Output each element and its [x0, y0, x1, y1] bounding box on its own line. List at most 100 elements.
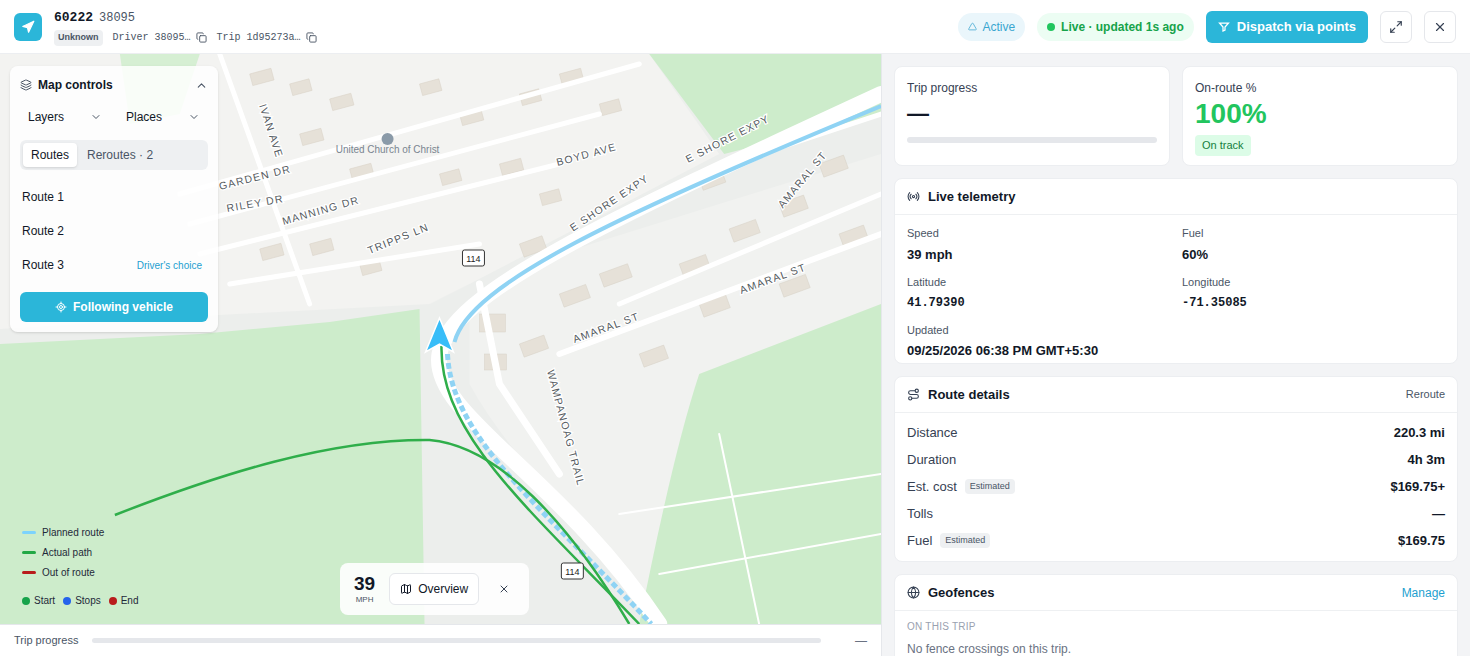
route-item[interactable]: Route 2 [20, 214, 208, 248]
street-label: AMARAL ST [738, 262, 807, 296]
reroute-link[interactable]: Reroute [1406, 386, 1445, 403]
speed-overlay: 39MPHOverview [340, 563, 529, 615]
trip-progress-value: — [907, 99, 1157, 129]
collapse-icon[interactable] [195, 79, 208, 92]
bottom-progress-track [92, 638, 821, 643]
street-label: E SHORE EXPY [684, 113, 771, 165]
status-badge: Unknown [54, 30, 103, 46]
street-label: MANNING DR [281, 194, 360, 227]
bottom-progress-label: Trip progress [14, 632, 78, 649]
legend-line-swatch [22, 531, 36, 534]
chevron-down-icon [188, 111, 200, 123]
street-label: AMARAL ST [776, 149, 829, 210]
geofences-empty-text: No fence crossings on this trip. [907, 640, 1445, 656]
vehicle-arrow-icon[interactable] [426, 318, 454, 352]
telemetry-icon [907, 190, 920, 203]
route-item[interactable]: Route 1 [20, 180, 208, 214]
legend-line-item: Out of route [22, 565, 139, 580]
on-route-title: On-route % [1195, 79, 1445, 97]
street-label: GARDEN DR [218, 163, 292, 192]
bottom-progress-strip: Trip progress — [0, 624, 881, 656]
layers-icon [20, 79, 32, 91]
driver-id: Driver 38095… [113, 30, 207, 45]
speed-unit: MPH [356, 596, 374, 604]
on-route-badge: On track [1195, 135, 1251, 156]
body: IVAN AVE United Church of Christ BOYD AVE E… [0, 54, 1470, 656]
map[interactable]: IVAN AVE United Church of Christ BOYD AVE E… [0, 54, 881, 624]
trip-id: Trip 1d95273a… [217, 30, 317, 45]
route-icon [907, 388, 920, 401]
telemetry-field: Speed39 mph [907, 225, 1170, 264]
estimated-tag: Estimated [940, 533, 990, 549]
trip-progress-card: Trip progress — [894, 66, 1170, 166]
legend-point-dot [109, 597, 117, 605]
header: 6022238095UnknownDriver 38095…Trip 1d952… [0, 0, 1470, 54]
map-column: IVAN AVE United Church of Christ BOYD AVE E… [0, 54, 882, 656]
street-label: WAMPANOAG TRAIL [545, 369, 587, 488]
funnel-icon [1218, 21, 1230, 33]
legend-point-item: Stops [63, 593, 101, 608]
map-controls-panel: Map controls Layers Places RoutesReroutes ·… [10, 66, 218, 332]
street-label: BOYD AVE [555, 141, 618, 168]
route-tab[interactable]: Reroutes · 2 [79, 143, 161, 167]
map-legend: Planned routeActual pathOut of routeStar… [22, 525, 139, 608]
copy-icon[interactable] [306, 32, 317, 43]
telemetry-field: Fuel60% [1182, 225, 1445, 264]
trip-progress-track [907, 137, 1157, 143]
legend-point-item: Start [22, 593, 55, 608]
estimated-tag: Estimated [965, 479, 1015, 495]
live-pill: Live · updated 1s ago [1037, 13, 1194, 41]
route-detail-row: Tolls— [907, 500, 1445, 527]
road-shield: 114 [561, 563, 583, 579]
overlay-close-button[interactable] [493, 578, 515, 600]
route-details-card: Route details Reroute Distance220.3 miDura… [894, 376, 1458, 562]
route-tab[interactable]: Routes [23, 143, 77, 167]
svg-text:United Church of Christ: United Church of Christ [336, 144, 440, 155]
manage-link[interactable]: Manage [1402, 584, 1445, 602]
overview-button[interactable]: Overview [389, 573, 479, 605]
on-route-value: 100% [1195, 97, 1445, 131]
route-details-title: Route details [928, 385, 1010, 405]
map-controls-title: Map controls [38, 76, 113, 94]
copy-icon[interactable] [196, 32, 207, 43]
live-dot [1047, 23, 1055, 31]
telemetry-field: Latitude41.79390 [907, 274, 1170, 312]
street-label: IVAN AVE [257, 103, 285, 160]
geofences-section-label: ON THIS TRIP [907, 619, 1445, 634]
close-icon [498, 583, 510, 595]
map-dropdown[interactable]: Layers [20, 104, 110, 130]
svg-text:114: 114 [466, 254, 480, 264]
street-label: E SHORE EXPY [568, 173, 651, 234]
route-badge: Driver's choice [133, 258, 206, 273]
trip-progress-title: Trip progress [907, 79, 1157, 97]
bottom-progress-value: — [855, 632, 867, 650]
route-detail-row: Distance220.3 mi [907, 419, 1445, 446]
street-label: AMARAL ST [571, 311, 640, 345]
legend-line-item: Planned route [22, 525, 139, 540]
active-icon [968, 22, 977, 31]
telemetry-title: Live telemetry [928, 187, 1015, 207]
active-pill: Active [958, 13, 1025, 41]
legend-point-dot [22, 597, 30, 605]
map-dropdown[interactable]: Places [118, 104, 208, 130]
road-shield: 114 [462, 250, 484, 266]
route-detail-row: FuelEstimated$169.75 [907, 527, 1445, 554]
svg-text:114: 114 [565, 567, 579, 577]
follow-vehicle-button[interactable]: Following vehicle [20, 292, 208, 322]
route-item[interactable]: Route 3Driver's choice [20, 248, 208, 282]
expand-button[interactable] [1380, 11, 1412, 43]
legend-line-swatch [22, 571, 36, 574]
close-button[interactable] [1424, 11, 1456, 43]
geofence-icon [907, 586, 920, 599]
dispatch-button[interactable]: Dispatch via points [1206, 11, 1368, 43]
route-tabs: RoutesReroutes · 2 [20, 140, 208, 170]
details-panel: Trip progress — On-route %100% On track Live… [882, 54, 1470, 656]
unit-id: 38095 [99, 9, 135, 27]
route-detail-row: Duration4h 3m [907, 446, 1445, 473]
close-icon [1433, 20, 1447, 34]
street-label: RILEY DR [226, 193, 285, 214]
app-logo [14, 13, 42, 41]
chevron-down-icon [90, 111, 102, 123]
app: 6022238095UnknownDriver 38095…Trip 1d952… [0, 0, 1470, 656]
on-route-card: On-route %100% On track [1182, 66, 1458, 166]
